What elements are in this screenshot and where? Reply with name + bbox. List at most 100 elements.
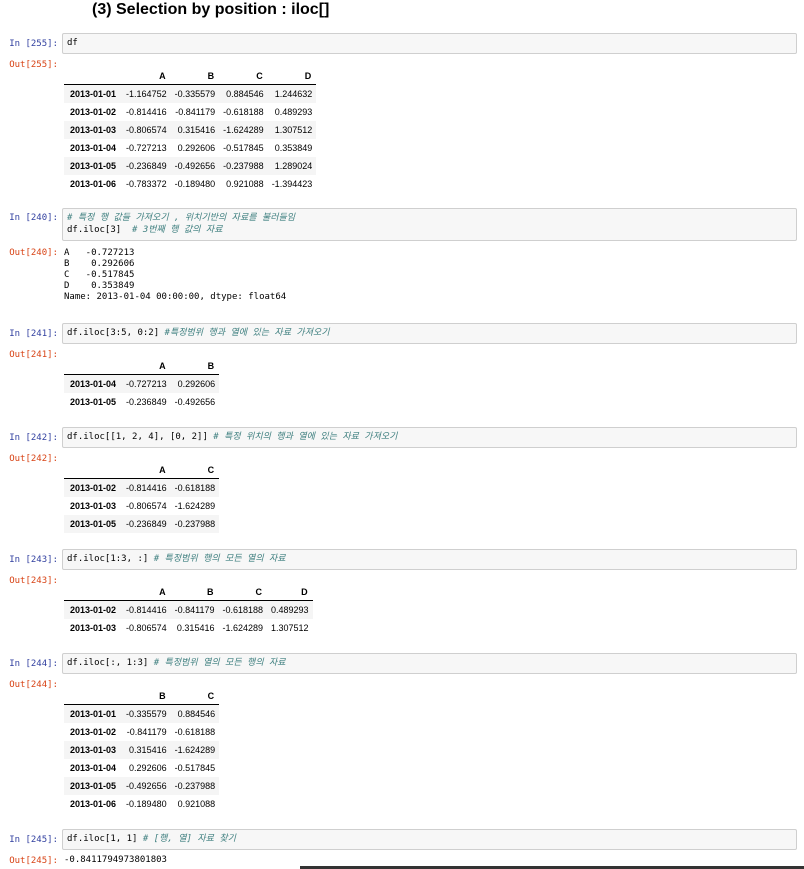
table-row: 2013-01-01 -0.335579 0.884546 <box>64 704 220 723</box>
table-cell: -0.814416 <box>126 605 167 615</box>
table-cell: 1.307512 <box>274 125 313 135</box>
table-row: 2013-01-02 -0.814416 -0.841179 -0.618188 0.4… <box>64 103 316 121</box>
output-prompt: Out[242]: <box>9 454 58 464</box>
table-cell: -1.624289 <box>174 501 216 511</box>
table-cell: -0.189480 <box>126 799 167 809</box>
output-prompt: Out[243]: <box>9 576 58 586</box>
code-text: df.iloc[:, 1:3] <box>67 658 149 668</box>
code-text: df.iloc[1:3, :] <box>67 554 149 564</box>
code-input-cell[interactable]: df.iloc[1:3, :] # 특정범위 행의 모든 열의 자료 <box>62 549 797 570</box>
output-line: A -0.727213 <box>64 248 135 258</box>
table-cell: 1.307512 <box>271 623 309 633</box>
column-header: B <box>122 688 171 705</box>
code-text: df.iloc[1, 1] <box>67 834 138 844</box>
row-index: 2013-01-01 <box>70 709 117 719</box>
table-row: 2013-01-02 -0.814416 -0.618188 <box>64 478 220 497</box>
output-line: B 0.292606 <box>64 259 135 269</box>
table-cell: 0.921088 <box>226 179 264 189</box>
table-cell: 0.315416 <box>129 745 167 755</box>
output-line: Name: 2013-01-04 00:00:00, dtype: float6… <box>64 292 287 302</box>
code-input-cell[interactable]: df.iloc[3:5, 0:2] #특정범위 행과 열에 있는 자료 가져오기 <box>62 323 797 344</box>
table-cell: -0.841179 <box>174 605 215 615</box>
table-cell: -0.236849 <box>126 161 167 171</box>
column-header: C <box>219 68 268 85</box>
column-header: C <box>170 462 220 479</box>
table-row: 2013-01-03 -0.806574 0.315416 -1.624289 1.30… <box>64 121 317 139</box>
dataframe-table: A C 2013-01-02 -0.814416 -0.618188 2013-01-03… <box>64 462 220 533</box>
row-index: 2013-01-02 <box>70 107 117 117</box>
code-input-cell[interactable]: # 특정 행 값들 가져오기 , 위치기반의 자료를 불러들임 df.iloc[… <box>62 208 797 241</box>
table-cell: 0.292606 <box>177 379 216 389</box>
code-comment: #특정범위 행과 열에 있는 자료 가져오기 <box>159 328 330 338</box>
code-comment: # 특정 위치의 행과 열에 있는 자료 가져오기 <box>207 432 398 442</box>
code-text: df.iloc[3:5, 0:2] <box>67 328 160 338</box>
table-cell: -0.335579 <box>174 89 216 99</box>
code-comment: # 특정범위 열의 모든 행의 자료 <box>148 658 286 668</box>
input-prompt: In [243]: <box>9 555 58 565</box>
output-prompt: Out[255]: <box>9 60 58 70</box>
row-index: 2013-01-02 <box>70 605 117 615</box>
table-row: 2013-01-01 -1.164752 -0.335579 0.884546 1.24… <box>64 84 317 103</box>
column-header: D <box>267 68 317 85</box>
table-cell: 0.921088 <box>177 799 216 809</box>
code-comment: # 특정범위 행의 모든 열의 자료 <box>148 554 286 564</box>
table-cell: -0.727213 <box>126 379 167 389</box>
table-cell: -0.841179 <box>175 107 216 117</box>
code-input-cell[interactable]: df.iloc[:, 1:3] # 특정범위 열의 모든 행의 자료 <box>62 653 797 674</box>
column-header: C <box>170 688 220 705</box>
table-cell: -1.394423 <box>271 179 313 189</box>
table-row: 2013-01-04 0.292606 -0.517845 <box>64 759 219 777</box>
column-header: A <box>122 584 171 601</box>
input-prompt: In [244]: <box>9 659 58 669</box>
table-row: 2013-01-03 -0.806574 -1.624289 <box>64 497 219 515</box>
column-header: D <box>267 584 313 601</box>
table-row: 2013-01-05 -0.236849 -0.492656 <box>64 393 219 411</box>
input-prompt: In [255]: <box>9 39 58 49</box>
table-cell: -0.618188 <box>223 107 264 117</box>
table-cell: -1.624289 <box>222 623 264 633</box>
table-row: 2013-01-06 -0.189480 0.921088 <box>64 795 219 813</box>
index-header <box>64 462 123 479</box>
row-index: 2013-01-03 <box>70 623 117 633</box>
table-row: 2013-01-05 -0.492656 -0.237988 <box>64 777 220 795</box>
table-cell: -0.236849 <box>126 519 167 529</box>
table-cell: -0.237988 <box>223 161 264 171</box>
output-line: C -0.517845 <box>64 270 135 280</box>
code-input-cell[interactable]: df.iloc[[1, 2, 4], [0, 2]] # 특정 위치의 행과 열… <box>62 427 797 448</box>
table-cell: -0.492656 <box>174 161 216 171</box>
table-cell: -0.237988 <box>174 519 216 529</box>
table-cell: 0.315416 <box>177 125 216 135</box>
input-prompt: In [242]: <box>9 433 58 443</box>
table-cell: -0.806574 <box>126 501 167 511</box>
code-comment: # [행, 열] 자료 찾기 <box>137 834 236 844</box>
index-header <box>64 358 123 375</box>
row-index: 2013-01-06 <box>70 799 117 809</box>
table-cell: -0.806574 <box>126 623 167 633</box>
series-output: A -0.727213 B 0.292606 C -0.517845 D 0.3538… <box>64 248 286 303</box>
table-cell: 1.244632 <box>274 89 313 99</box>
column-header: A <box>122 68 171 85</box>
code-comment: # 특정 행 값들 가져오기 , 위치기반의 자료를 불러들임 <box>67 213 296 223</box>
code-input-cell[interactable]: df.iloc[1, 1] # [행, 열] 자료 찾기 <box>62 829 797 850</box>
index-header <box>64 688 123 705</box>
dataframe-table: A B C D 2013-01-02 -0.814416 -0.841179 -0.61818… <box>64 584 313 637</box>
code-input-cell[interactable]: df <box>62 33 797 54</box>
table-cell: -0.236849 <box>126 397 167 407</box>
row-index: 2013-01-04 <box>70 143 117 153</box>
row-index: 2013-01-05 <box>70 397 117 407</box>
column-header: B <box>170 358 220 375</box>
table-cell: -1.624289 <box>223 125 264 135</box>
column-header: C <box>218 584 268 601</box>
column-header: B <box>170 68 220 85</box>
row-index: 2013-01-02 <box>70 727 117 737</box>
row-index: 2013-01-01 <box>70 89 117 99</box>
table-cell: -0.806574 <box>126 125 167 135</box>
table-cell: -0.492656 <box>174 397 216 407</box>
table-cell: -0.814416 <box>126 483 167 493</box>
code-text: df.iloc[3] <box>67 225 122 235</box>
table-cell: 0.884546 <box>226 89 264 99</box>
table-cell: -1.164752 <box>126 89 167 99</box>
row-index: 2013-01-04 <box>70 379 117 389</box>
table-row: 2013-01-04 -0.727213 0.292606 <box>64 374 220 393</box>
table-cell: -0.237988 <box>174 781 216 791</box>
